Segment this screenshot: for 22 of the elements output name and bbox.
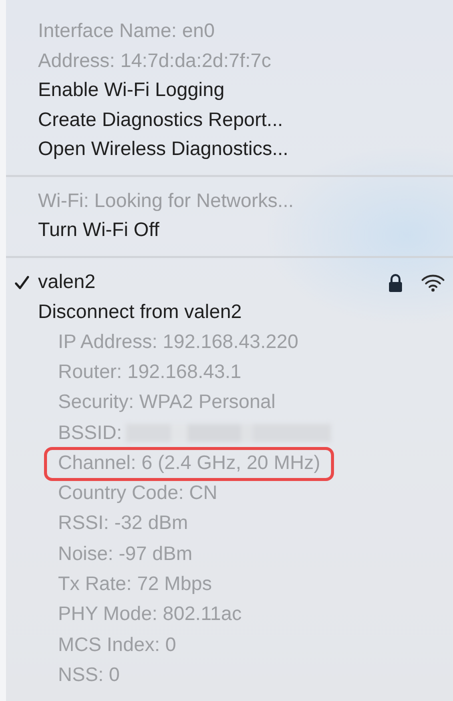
network-item[interactable]: valen2 xyxy=(6,268,453,298)
info-label: Wi-Fi: Looking for Networks... xyxy=(37,188,295,214)
info-label: Country Code: CN xyxy=(58,482,218,506)
info-label: Router: 192.168.43.1 xyxy=(58,360,242,384)
info-label: IP Address: 192.168.43.220 xyxy=(58,330,298,354)
info-label: Noise: -97 dBm xyxy=(58,542,192,566)
info-label: BSSID: xyxy=(58,422,122,445)
info-label: Interface Name: en0 xyxy=(37,19,216,44)
menu-item[interactable]: Disconnect from valen2 xyxy=(6,298,453,327)
menu-item[interactable]: Open Wireless Diagnostics... xyxy=(6,135,453,164)
info-label: PHY Mode: 802.11ac xyxy=(58,603,242,626)
info-label: NSS: 0 xyxy=(58,664,120,687)
menu-item[interactable]: Turn Wi-Fi Off xyxy=(6,216,453,246)
info-label: RSSI: -32 dBm xyxy=(58,512,188,536)
info-label: MCS Index: 0 xyxy=(58,634,176,657)
info-label: Address: 14:7d:da:2d:7f:7c xyxy=(37,48,272,74)
info-label: Tx Rate: 72 Mbps xyxy=(58,573,212,596)
info-label: Channel: 6 (2.4 GHz, 20 MHz) xyxy=(58,452,320,475)
menu-item[interactable]: Enable Wi-Fi Logging xyxy=(6,76,453,106)
wifi-icon xyxy=(421,274,445,292)
info-label: Security: WPA2 Personal xyxy=(58,391,276,414)
menu-item[interactable]: Create Diagnostics Report... xyxy=(6,106,453,135)
